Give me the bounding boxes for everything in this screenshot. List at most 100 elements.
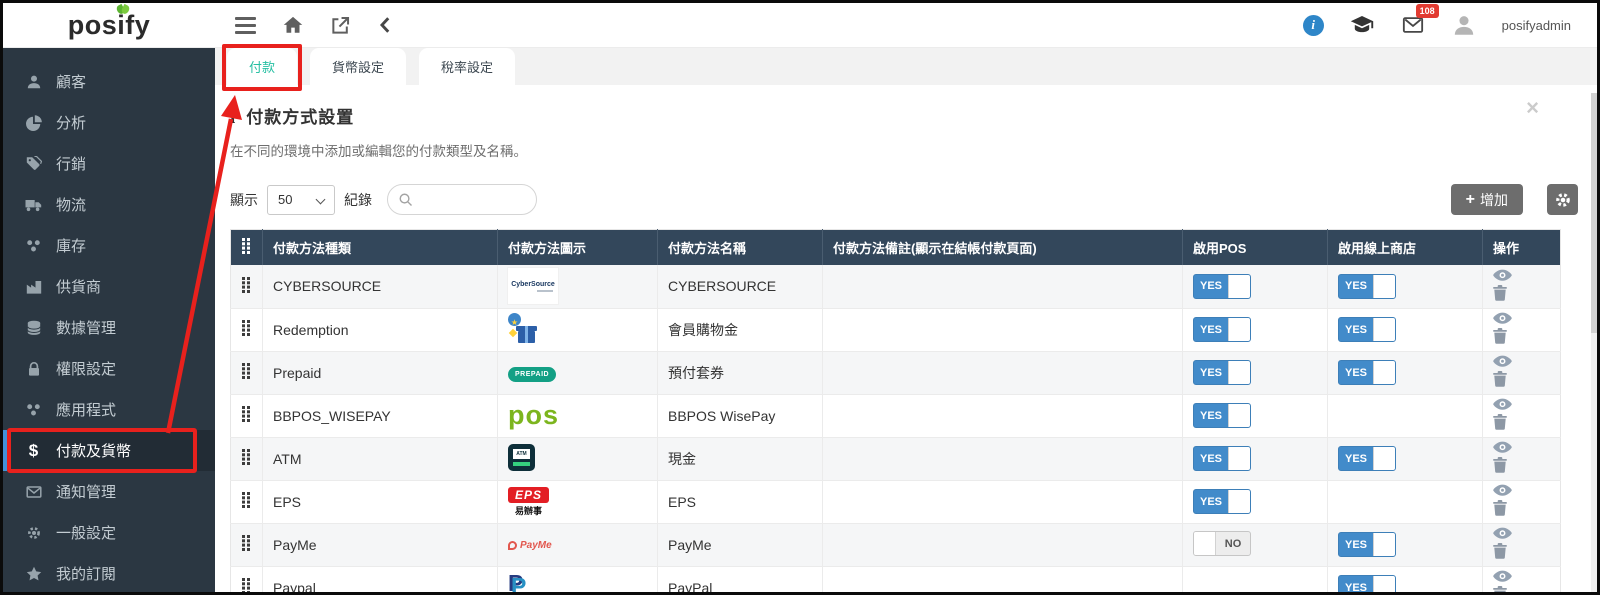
tab-tax-settings[interactable]: 稅率設定 (419, 48, 516, 85)
view-button[interactable] (1493, 312, 1512, 328)
sidebar-item-marketing[interactable]: 行銷 (3, 143, 215, 184)
pos-toggle[interactable]: YES (1193, 489, 1251, 514)
delete-button[interactable] (1493, 328, 1507, 347)
drag-handle[interactable] (242, 449, 251, 465)
online-store-toggle[interactable]: YES (1338, 446, 1396, 471)
tab-currency-settings[interactable]: 貨幣設定 (310, 48, 407, 85)
drag-handle[interactable] (242, 363, 251, 379)
sidebar-item-label: 顧客 (56, 74, 87, 91)
view-button[interactable] (1493, 269, 1512, 285)
delete-button[interactable] (1493, 543, 1507, 562)
user-menu-button[interactable] (1451, 12, 1477, 38)
tab-label: 稅率設定 (441, 60, 494, 75)
view-button[interactable] (1493, 398, 1512, 414)
info-button[interactable]: i (1302, 14, 1324, 36)
sidebar-item-my-subscription[interactable]: 我的訂閱 (3, 553, 215, 592)
open-external-button[interactable] (330, 15, 351, 36)
sidebar-item-analytics[interactable]: 分析 (3, 102, 215, 143)
pos-toggle[interactable]: YES (1193, 360, 1251, 385)
view-button[interactable] (1493, 441, 1512, 457)
payment-note-cell (822, 308, 1183, 352)
payment-icon-cell: ATM (497, 437, 658, 481)
avatar (1454, 16, 1473, 35)
lock-icon (24, 361, 43, 377)
search-input[interactable] (419, 192, 526, 207)
delete-button[interactable] (1493, 414, 1507, 433)
pos-toggle[interactable]: YES (1193, 317, 1251, 342)
delete-button[interactable] (1493, 586, 1507, 592)
pos-toggle[interactable]: YES (1193, 403, 1251, 428)
drag-cell (230, 351, 263, 395)
table-row: Prepaid PREPAID 預付套券 YES YES (230, 351, 1561, 395)
posify-logo[interactable]: posify (68, 10, 151, 41)
online-store-toggle[interactable]: YES (1338, 360, 1396, 385)
online-store-toggle[interactable]: YES (1338, 575, 1396, 594)
actions-cell (1482, 265, 1561, 309)
delete-button[interactable] (1493, 371, 1507, 390)
scrollbar-thumb[interactable] (1591, 93, 1597, 333)
column-header: 啟用線上商店 (1327, 229, 1483, 265)
industry-icon (24, 279, 43, 295)
toggle-label: YES (1344, 581, 1367, 594)
sidebar-item-notifications[interactable]: 通知管理 (3, 471, 215, 512)
online-store-toggle[interactable]: YES (1338, 532, 1396, 557)
actions-cell (1482, 351, 1561, 395)
pos-toggle[interactable]: NO (1193, 531, 1251, 556)
delete-button[interactable] (1493, 500, 1507, 519)
sidebar-item-logistics[interactable]: 物流 (3, 184, 215, 225)
enable-online-store-cell: YES (1327, 437, 1483, 481)
sidebar-item-permissions[interactable]: 權限設定 (3, 348, 215, 389)
atm-icon-slot (513, 461, 530, 466)
drag-handle[interactable] (242, 578, 251, 592)
drag-handle[interactable] (242, 492, 251, 508)
delete-button[interactable] (1493, 457, 1507, 476)
star-circle (508, 313, 521, 326)
online-store-toggle[interactable]: YES (1338, 273, 1396, 299)
online-store-toggle[interactable]: YES (1338, 317, 1396, 342)
drag-handle[interactable] (242, 535, 251, 551)
close-panel-button[interactable]: × (1526, 97, 1539, 119)
column-header: 操作 (1482, 229, 1561, 265)
payment-note-cell (822, 437, 1183, 481)
view-button[interactable] (1493, 570, 1512, 586)
toggle-label: YES (1199, 280, 1222, 293)
sidebar-item-general-settings[interactable]: 一般設定 (3, 512, 215, 553)
toggle-knob (1373, 274, 1395, 298)
sidebar-item-inventory[interactable]: 庫存 (3, 225, 215, 266)
payment-methods-table: 付款方法種類 付款方法圖示 付款方法名稱 付款方法備註(顯示在結帳付款頁面) 啟用POS… (230, 229, 1561, 594)
table-row: Redemption 會員購物金 YES YES (230, 308, 1561, 352)
tab-payment[interactable]: 付款 (221, 44, 303, 91)
eps-logo-subtext: 易辦事 (515, 506, 543, 516)
username: posifyadmin (1501, 17, 1571, 33)
sidebar-item-applications[interactable]: 應用程式 (3, 389, 215, 430)
view-button[interactable] (1493, 527, 1512, 543)
sidebar-item-customers[interactable]: 顧客 (3, 61, 215, 102)
body: 顧客分析 行銷 物流 庫存 供貨商 數據管理 權限設定 應用程式 $ 付款及貨幣 通知管理 一般設定我… (3, 44, 1597, 594)
sidebar-item-data-management[interactable]: 數據管理 (3, 307, 215, 348)
back-button[interactable] (377, 15, 395, 35)
sidebar-item-payments-currency[interactable]: $ 付款及貨幣 (3, 428, 215, 473)
drag-handle[interactable] (242, 406, 251, 422)
delete-button[interactable] (1493, 284, 1507, 304)
page-size-select[interactable]: 50 (267, 184, 335, 215)
search-box (387, 184, 537, 215)
vertical-scrollbar[interactable] (1591, 93, 1597, 592)
enable-online-store-cell: YES (1327, 566, 1483, 594)
add-button[interactable]: + 增加 (1450, 184, 1523, 215)
eye-icon (1493, 269, 1512, 281)
enable-online-store-cell (1327, 394, 1483, 438)
sidebar-item-suppliers[interactable]: 供貨商 (3, 266, 215, 307)
view-button[interactable] (1493, 484, 1512, 500)
view-button[interactable] (1493, 355, 1512, 371)
drag-handle[interactable] (242, 276, 251, 293)
gear-icon (24, 525, 43, 541)
pos-toggle[interactable]: YES (1193, 273, 1251, 299)
pos-toggle[interactable]: YES (1193, 446, 1251, 471)
toggle-knob (1373, 447, 1395, 470)
messages-button[interactable]: 108 (1400, 4, 1439, 36)
menu-toggle-button[interactable] (235, 16, 256, 34)
tutorial-button[interactable] (1349, 13, 1375, 37)
home-button[interactable] (282, 14, 304, 36)
drag-handle[interactable] (242, 320, 251, 336)
table-settings-button[interactable] (1547, 184, 1578, 215)
